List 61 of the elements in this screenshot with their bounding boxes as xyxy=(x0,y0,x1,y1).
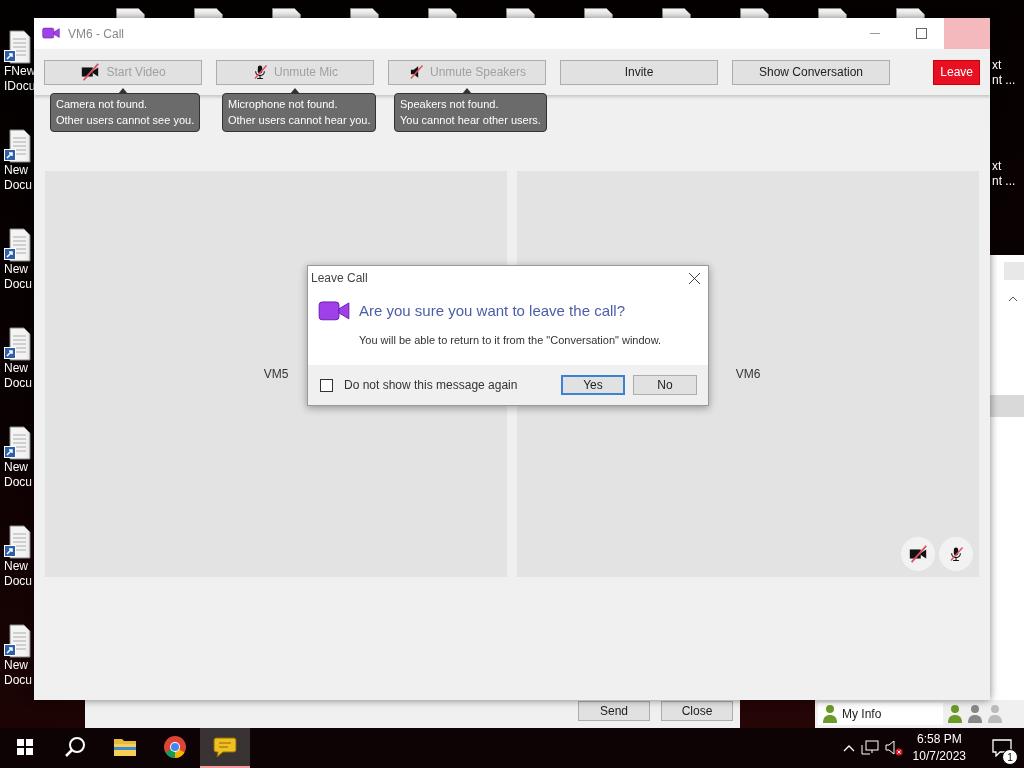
window-button[interactable]: Close xyxy=(661,701,733,721)
dialog-heading: Are you sure you want to leave the call? xyxy=(359,302,625,320)
my-info-label: My Info xyxy=(842,707,882,721)
participant-name: VM5 xyxy=(263,367,289,381)
network-icon[interactable] xyxy=(860,740,879,756)
clock-time[interactable]: 6:58 PM xyxy=(916,731,962,748)
dialog-message: You will be able to return to it from the "Conversation" window. xyxy=(359,333,663,346)
person-icon[interactable] xyxy=(822,704,838,724)
mic-off-icon xyxy=(948,544,964,564)
document-icon xyxy=(4,624,34,658)
toolbar-button[interactable]: Invite xyxy=(560,59,718,85)
tooltip: Speakers not found. You cannot hear other users. xyxy=(394,92,547,132)
volume-muted-icon[interactable] xyxy=(884,740,903,756)
chat-bubble-icon[interactable] xyxy=(213,736,237,758)
minimize-icon xyxy=(870,33,880,34)
desktop-icon-label[interactable]: New Docu xyxy=(4,163,32,193)
tooltip-pointer-icon xyxy=(290,87,300,94)
my-info-field[interactable]: My Info xyxy=(818,703,943,725)
camera-off-icon xyxy=(908,544,928,564)
person-icon[interactable] xyxy=(947,704,963,724)
document-icon xyxy=(4,129,34,163)
window-button[interactable]: Send xyxy=(578,701,650,721)
close-icon[interactable] xyxy=(689,272,700,284)
document-icon xyxy=(4,30,34,64)
document-icon xyxy=(4,525,34,559)
desktop-icon-label[interactable]: New Docu xyxy=(4,658,32,688)
tooltip-pointer-icon xyxy=(462,87,472,94)
dialog-button[interactable]: Yes xyxy=(561,375,625,395)
search-icon[interactable] xyxy=(64,736,86,758)
camera-off-icon xyxy=(80,62,101,82)
browser-icon[interactable] xyxy=(163,735,187,759)
mic-off-icon xyxy=(252,62,268,82)
document-icon xyxy=(4,228,34,262)
clock-date[interactable]: 10/7/2023 xyxy=(912,748,966,765)
video-camera-icon xyxy=(42,27,60,40)
windows-logo-icon xyxy=(17,739,33,755)
tooltip: Microphone not found. Other users cannot hear you. xyxy=(222,92,377,132)
window-title: VM6 - Call xyxy=(68,26,124,41)
leave-button[interactable]: Leave xyxy=(933,59,980,85)
chevron-up-icon[interactable] xyxy=(1008,296,1018,302)
tooltip: Camera not found. Other users cannot see you. xyxy=(50,92,201,132)
dialog-button[interactable]: No xyxy=(633,375,697,395)
maximize-icon xyxy=(915,28,927,39)
desktop-icon-label[interactable]: xt nt ... xyxy=(992,58,1016,88)
toolbar-button[interactable]: Show Conversation xyxy=(732,59,890,85)
participant-name: VM6 xyxy=(735,367,761,381)
desktop-icon-label[interactable]: New Docu xyxy=(4,559,32,589)
document-icon xyxy=(4,327,34,361)
person-icon[interactable] xyxy=(967,704,983,724)
checkbox-label[interactable]: Do not show this message again xyxy=(344,378,518,392)
tooltip-pointer-icon xyxy=(118,87,128,94)
desktop-icon-label[interactable]: New Docu xyxy=(4,262,32,292)
dialog-title: Leave Call xyxy=(311,271,368,285)
checkbox[interactable] xyxy=(320,378,333,392)
desktop-icon-label[interactable]: xt nt ... xyxy=(992,159,1016,189)
video-camera-icon xyxy=(318,300,350,322)
document-icon xyxy=(4,426,34,460)
desktop-icon-label[interactable]: New Docu xyxy=(4,361,32,391)
notification-count: 1 xyxy=(1002,749,1018,765)
folder-icon[interactable] xyxy=(113,737,137,757)
desktop-icon-label[interactable]: New Docu xyxy=(4,460,32,490)
